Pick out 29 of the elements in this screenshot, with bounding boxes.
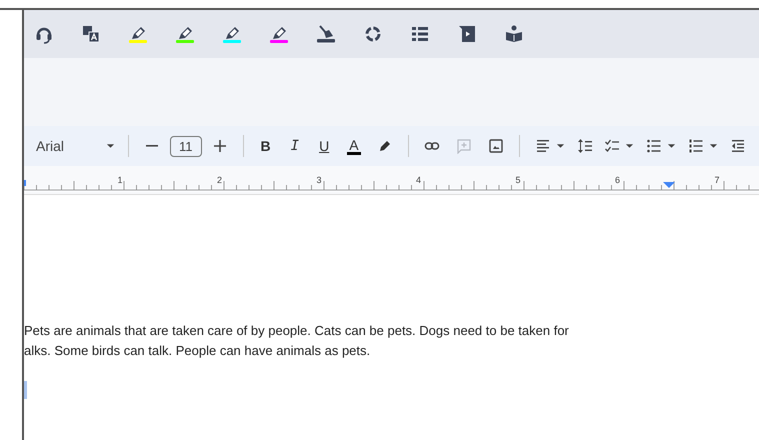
caret-icon[interactable] xyxy=(708,143,718,149)
numbered-icon[interactable] xyxy=(688,138,704,154)
font-dropdown[interactable]: Arial xyxy=(36,138,100,154)
reader-icon[interactable] xyxy=(503,24,525,44)
bold-button[interactable]: B xyxy=(258,138,273,154)
highlighter-icon[interactable] xyxy=(127,24,149,44)
list-icon[interactable] xyxy=(409,24,431,44)
indent-icon[interactable] xyxy=(730,138,746,154)
text-cursor xyxy=(24,381,27,399)
image-icon[interactable] xyxy=(488,138,504,154)
highlighter-icon[interactable] xyxy=(221,24,243,44)
italic-button[interactable]: I xyxy=(288,138,302,154)
underline-button[interactable]: U xyxy=(317,138,332,154)
brush-icon[interactable] xyxy=(315,24,337,44)
checklist-icon[interactable] xyxy=(604,138,620,154)
align-icon[interactable] xyxy=(534,138,551,154)
highlighter-icon[interactable] xyxy=(174,24,196,44)
plus-icon[interactable] xyxy=(212,138,228,154)
text-color-button[interactable]: A xyxy=(347,138,361,154)
caret-icon[interactable] xyxy=(666,143,676,149)
document-paragraph: Pets are animals that are taken care of by people. Cats can be pets. Dogs need to be taken for alks. Some birds can talk. People can have animals as pets. xyxy=(24,322,570,360)
font-size-field[interactable]: 11 xyxy=(170,136,202,156)
ruler: 1 2 3 4 5 6 7 xyxy=(24,166,759,194)
caret-icon[interactable] xyxy=(106,143,115,149)
spacing-icon[interactable] xyxy=(576,138,593,154)
caret-icon[interactable] xyxy=(624,143,634,149)
bullets-icon[interactable] xyxy=(646,138,662,154)
caret-icon[interactable] xyxy=(556,143,565,149)
highlighter-icon[interactable] xyxy=(268,24,290,44)
